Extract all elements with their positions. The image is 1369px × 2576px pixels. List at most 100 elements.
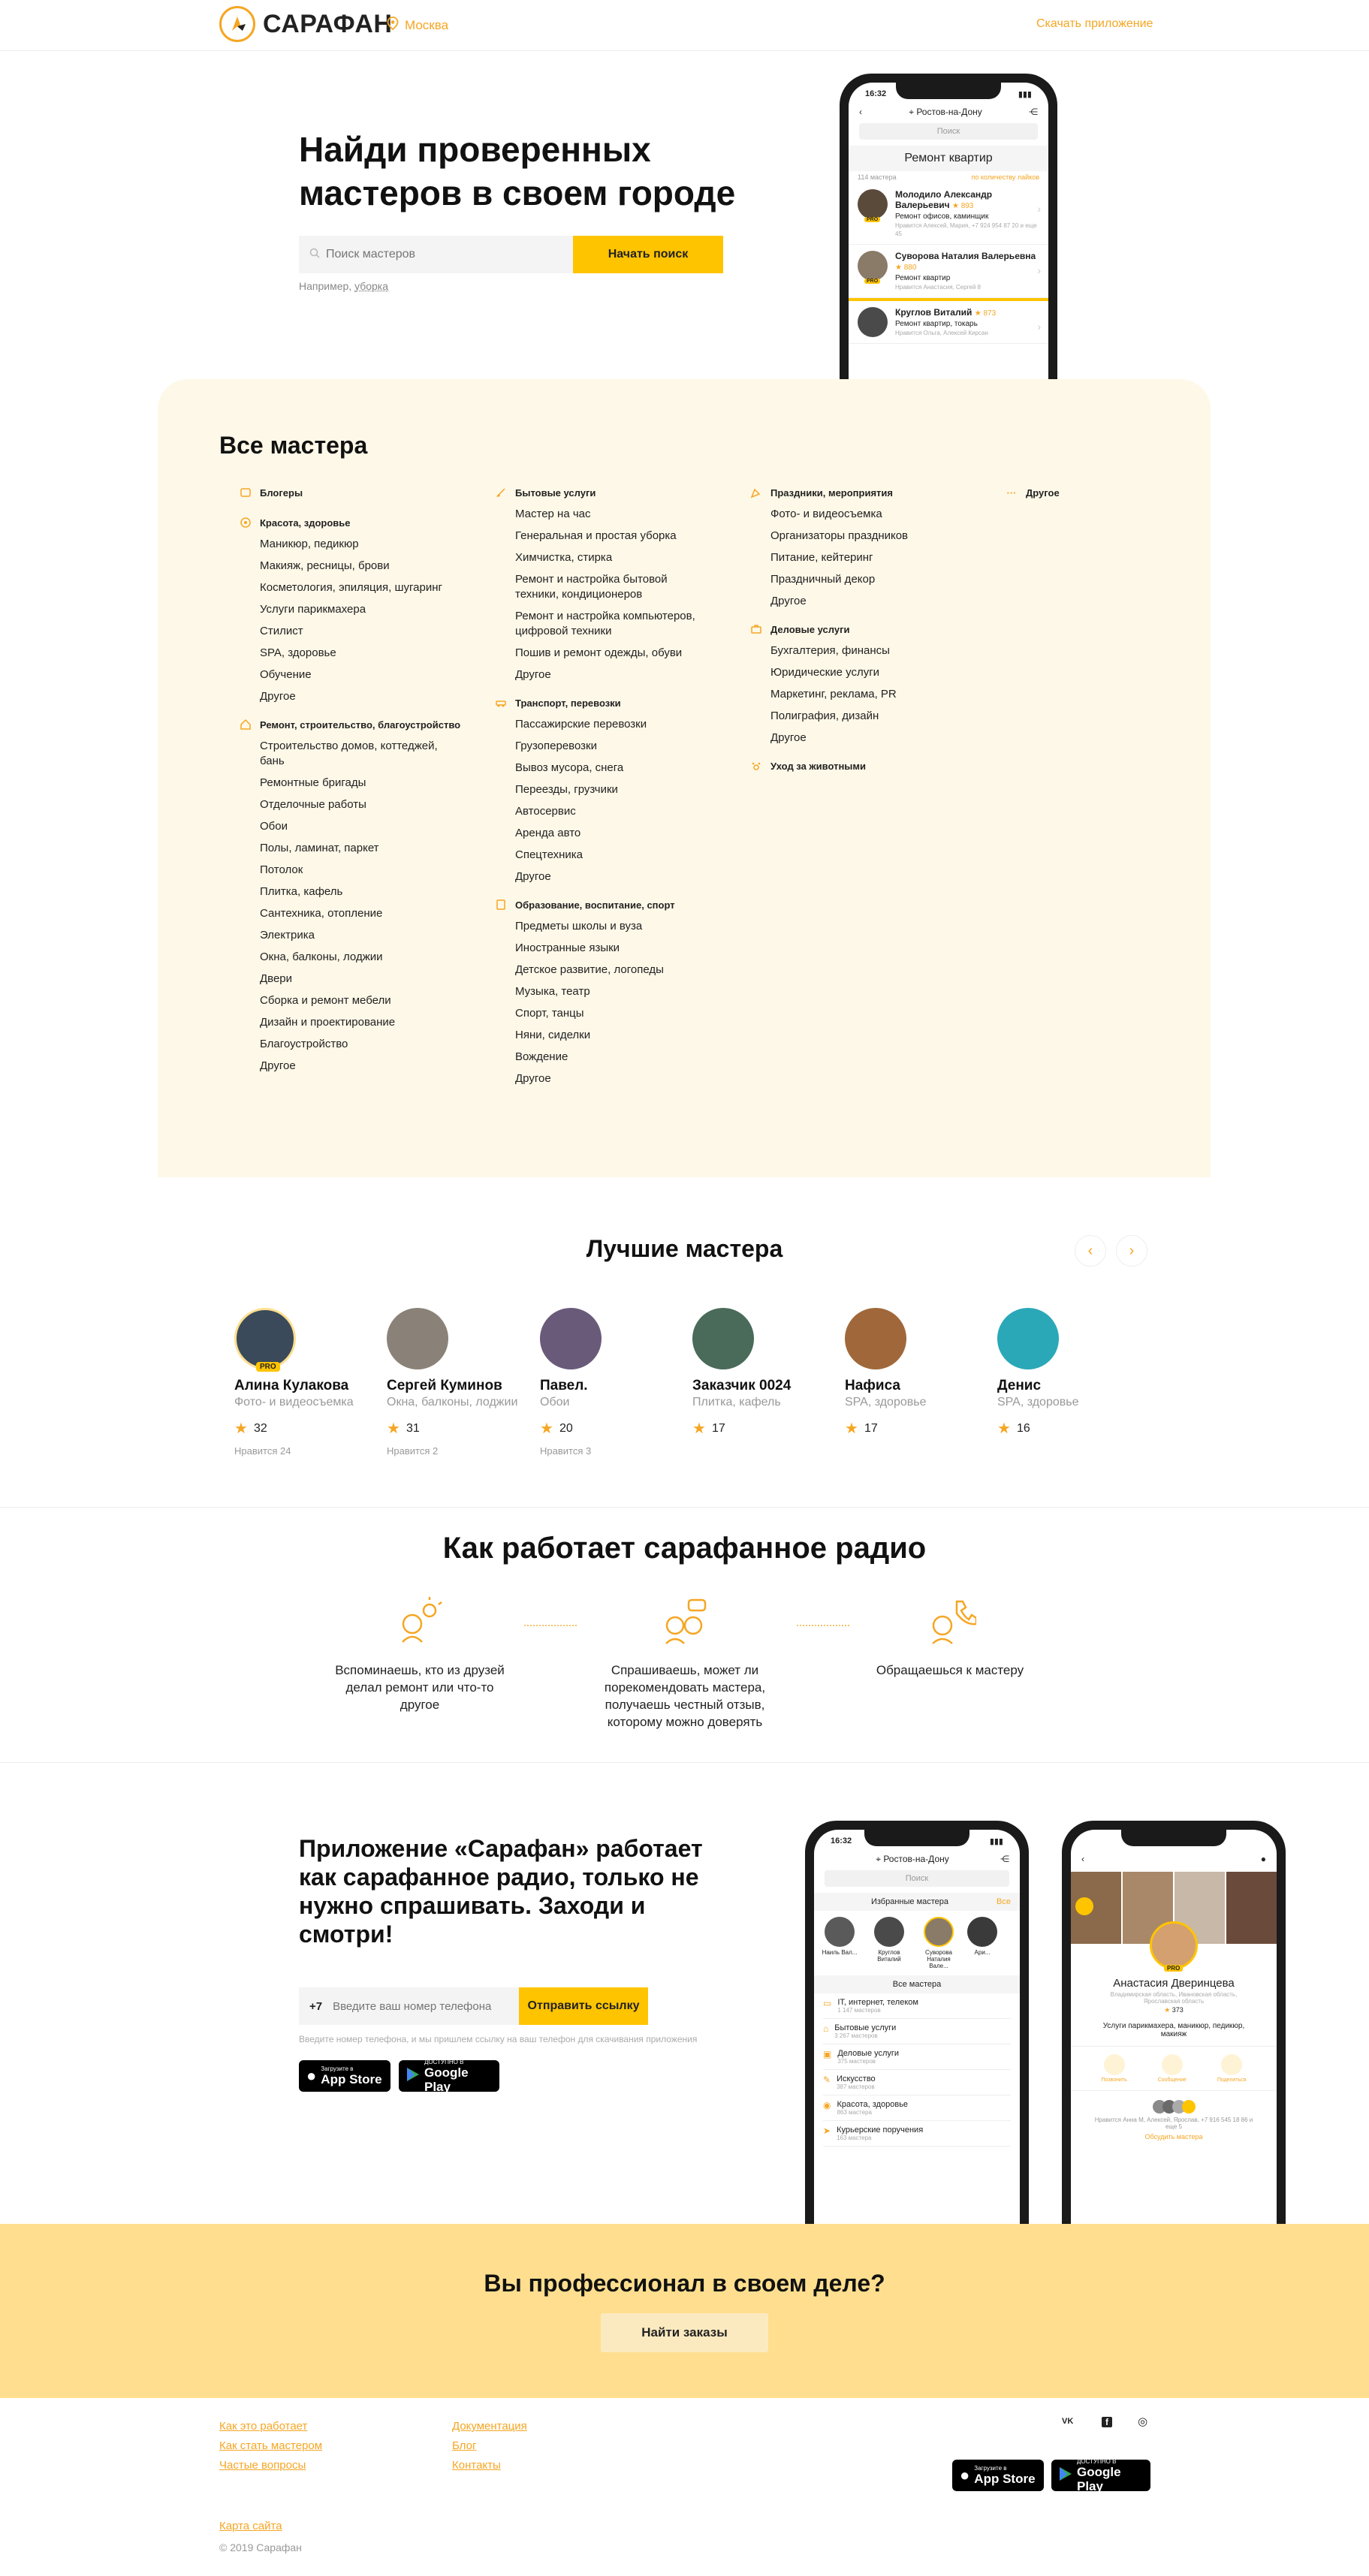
- category-link[interactable]: Услуги парикмахера: [260, 602, 487, 617]
- category-link[interactable]: Детское развитие, логопеды: [515, 963, 742, 978]
- best-master-card[interactable]: Денис SPA, здоровье ★ 16: [997, 1308, 1140, 1438]
- carousel-prev-button[interactable]: ‹: [1075, 1235, 1106, 1267]
- google-play-button[interactable]: ДОСТУПНО В Google Play: [1051, 2458, 1150, 2493]
- category-link[interactable]: Другое: [770, 594, 997, 609]
- category-link[interactable]: Няни, сиделки: [515, 1028, 742, 1043]
- category-link[interactable]: Питание, кейтеринг: [770, 550, 997, 565]
- category-link[interactable]: Другое: [770, 731, 997, 746]
- best-master-card[interactable]: PRO Алина Кулакова Фото- и видеосъемка ★…: [234, 1308, 377, 1457]
- carousel-next-button[interactable]: ›: [1116, 1235, 1147, 1267]
- category-link[interactable]: Отделочные работы: [260, 797, 487, 812]
- category-link[interactable]: Автосервис: [515, 804, 742, 819]
- category-link[interactable]: Сборка и ремонт мебели: [260, 993, 487, 1008]
- category-link[interactable]: Другое: [260, 1059, 487, 1074]
- category-link[interactable]: Иностранные языки: [515, 941, 742, 956]
- best-master-card[interactable]: Заказчик 0024 Плитка, кафель ★ 17: [692, 1308, 835, 1438]
- category-link[interactable]: Дизайн и проектирование: [260, 1015, 487, 1030]
- category-link[interactable]: Организаторы праздников: [770, 529, 997, 544]
- category-link[interactable]: Фото- и видеосъемка: [770, 507, 997, 522]
- category-link[interactable]: Спорт, танцы: [515, 1006, 742, 1021]
- sitemap-link[interactable]: Карта сайта: [219, 2520, 282, 2532]
- google-play-button[interactable]: ДОСТУПНО В Google Play: [399, 2059, 499, 2094]
- footer-link[interactable]: Как это работает: [219, 2420, 307, 2433]
- phone-number-input[interactable]: [333, 1999, 506, 2013]
- category-head[interactable]: Красота, здоровье: [239, 513, 487, 532]
- category-head[interactable]: Уход за животными: [749, 756, 997, 776]
- download-app-link[interactable]: Скачать приложение: [1036, 17, 1153, 31]
- category-head[interactable]: Блогеры: [239, 483, 487, 502]
- category-link[interactable]: Сантехника, отопление: [260, 906, 487, 921]
- master-search-field[interactable]: [299, 236, 573, 273]
- category-link[interactable]: Другое: [515, 869, 742, 884]
- best-master-card[interactable]: Сергей Куминов Окна, балконы, лоджии ★ 31…: [387, 1308, 529, 1457]
- category-link[interactable]: Переезды, грузчики: [515, 782, 742, 797]
- best-master-card[interactable]: Нафиса SPA, здоровье ★ 17: [845, 1308, 988, 1438]
- footer-link[interactable]: Блог: [452, 2439, 476, 2452]
- category-link[interactable]: Ремонт и настройка компьютеров, цифровой…: [515, 609, 718, 639]
- footer-link[interactable]: Частые вопросы: [219, 2459, 306, 2472]
- category-link[interactable]: Благоустройство: [260, 1037, 487, 1052]
- search-example-value[interactable]: уборка: [354, 280, 388, 292]
- find-orders-button[interactable]: Найти заказы: [601, 2313, 768, 2352]
- category-link[interactable]: Предметы школы и вуза: [515, 919, 742, 934]
- category-link[interactable]: Музыка, театр: [515, 984, 742, 999]
- app-store-button[interactable]: ● Загрузите в App Store: [299, 2060, 390, 2092]
- category-head[interactable]: Деловые услуги: [749, 619, 997, 639]
- facebook-icon[interactable]: f: [1102, 2417, 1112, 2427]
- category-link[interactable]: Генеральная и простая уборка: [515, 529, 742, 544]
- start-search-button[interactable]: Начать поиск: [573, 236, 723, 273]
- footer-link[interactable]: Контакты: [452, 2459, 501, 2472]
- category-link[interactable]: Стилист: [260, 624, 487, 639]
- footer-link[interactable]: Документация: [452, 2420, 527, 2433]
- category-link[interactable]: Мастер на час: [515, 507, 742, 522]
- category-head[interactable]: Образование, воспитание, спорт: [494, 895, 742, 914]
- category-link[interactable]: Макияж, ресницы, брови: [260, 559, 487, 574]
- app-store-button[interactable]: ● Загрузите в App Store: [952, 2460, 1044, 2491]
- footer-link[interactable]: Как стать мастером: [219, 2439, 322, 2452]
- category-link[interactable]: Обои: [260, 819, 487, 834]
- category-link[interactable]: SPA, здоровье: [260, 646, 487, 661]
- category-link[interactable]: Полы, ламинат, паркет: [260, 841, 487, 856]
- category-link[interactable]: Маникюр, педикюр: [260, 537, 487, 552]
- category-link[interactable]: Химчистка, стирка: [515, 550, 742, 565]
- category-link[interactable]: Потолок: [260, 863, 487, 878]
- master-search-input[interactable]: [326, 248, 566, 261]
- category-head[interactable]: ··· Другое: [1005, 483, 1155, 502]
- category-link[interactable]: Грузоперевозки: [515, 739, 742, 754]
- category-link[interactable]: Ремонтные бригады: [260, 776, 487, 791]
- category-head[interactable]: Транспорт, перевозки: [494, 693, 742, 713]
- category-head[interactable]: Бытовые услуги: [494, 483, 742, 502]
- category-link[interactable]: Плитка, кафель: [260, 884, 487, 899]
- category-link[interactable]: Спецтехника: [515, 848, 742, 863]
- instagram-icon[interactable]: ◎: [1138, 2415, 1147, 2428]
- category-link[interactable]: Другое: [515, 667, 742, 682]
- category-link[interactable]: Праздничный декор: [770, 572, 997, 587]
- category-head[interactable]: Праздники, мероприятия: [749, 483, 997, 502]
- category-link[interactable]: Электрика: [260, 928, 487, 943]
- category-link[interactable]: Вождение: [515, 1050, 742, 1065]
- category-link[interactable]: Маркетинг, реклама, PR: [770, 687, 997, 702]
- category-link[interactable]: Аренда авто: [515, 826, 742, 841]
- category-link[interactable]: Строительство домов, коттеджей, бань: [260, 739, 463, 769]
- phone-number-field[interactable]: +7: [299, 1987, 519, 2025]
- category-link[interactable]: Ремонт и настройка бытовой техники, конд…: [515, 572, 703, 602]
- category-link[interactable]: Другое: [515, 1071, 742, 1086]
- category-link[interactable]: Вывоз мусора, снега: [515, 761, 742, 776]
- category-link[interactable]: Двери: [260, 972, 487, 987]
- category-link[interactable]: Полиграфия, дизайн: [770, 709, 997, 724]
- category-link[interactable]: Пошив и ремонт одежды, обуви: [515, 646, 742, 661]
- category-link[interactable]: Другое: [260, 689, 487, 704]
- category-link[interactable]: Окна, балконы, лоджии: [260, 950, 487, 965]
- category-link[interactable]: Юридические услуги: [770, 665, 997, 680]
- vk-icon[interactable]: VK: [1062, 2417, 1073, 2426]
- category-head[interactable]: Ремонт, строительство, благоустройство: [239, 715, 487, 734]
- best-master-card[interactable]: Павел. Обои ★ 20 Нравится 3: [540, 1308, 683, 1457]
- category-link[interactable]: Пассажирские перевозки: [515, 717, 742, 732]
- city-selector[interactable]: Москва: [387, 17, 448, 34]
- category-link[interactable]: Косметология, эпиляция, шугаринг: [260, 580, 487, 595]
- how-step: Вспоминаешь, кто из друзей делал ремонт …: [315, 1595, 525, 1713]
- category-link[interactable]: Бухгалтерия, финансы: [770, 643, 997, 658]
- send-link-button[interactable]: Отправить ссылку: [519, 1987, 648, 2025]
- logo[interactable]: САРАФАН: [219, 6, 392, 42]
- category-link[interactable]: Обучение: [260, 667, 487, 682]
